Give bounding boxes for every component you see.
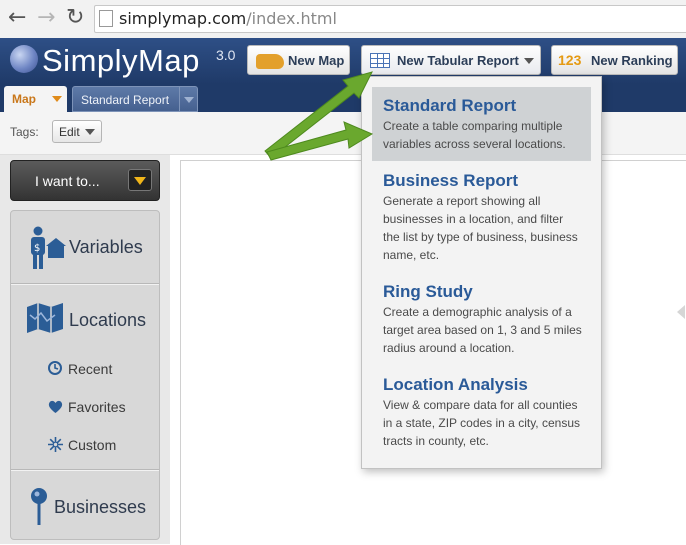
menu-item-title: Business Report: [383, 171, 519, 190]
browser-toolbar: ← → ↻ simplymap.com/index.html: [0, 0, 686, 39]
address-bar[interactable]: simplymap.com/index.html: [94, 5, 686, 33]
page-icon: [99, 10, 113, 27]
chevron-down-icon: [85, 129, 95, 135]
menu-item-location-analysis[interactable]: Location Analysis View & compare data fo…: [372, 367, 591, 457]
sidebar-item-custom[interactable]: Custom: [11, 430, 159, 460]
new-tabular-report-label: New Tabular Report: [397, 53, 519, 68]
menu-item-description: Create a demographic analysis of a targe…: [383, 305, 582, 355]
tabular-report-menu: Standard Report Create a table comparing…: [361, 76, 602, 469]
collapse-panel-arrow-icon[interactable]: [677, 305, 685, 319]
custom-label: Custom: [68, 437, 117, 453]
chevron-down-icon[interactable]: [52, 96, 62, 102]
ranking-123-icon: 123: [558, 52, 582, 68]
menu-item-description: Create a table comparing multiple variab…: [383, 119, 566, 151]
new-tabular-report-button[interactable]: New Tabular Report: [361, 45, 541, 75]
reload-icon[interactable]: ↻: [66, 6, 84, 30]
menu-item-description: Generate a report showing all businesses…: [383, 194, 578, 262]
sparkle-icon: [48, 437, 63, 452]
new-ranking-button[interactable]: 123 New Ranking: [551, 45, 678, 75]
menu-item-business-report[interactable]: Business Report Generate a report showin…: [372, 163, 591, 263]
recent-label: Recent: [68, 361, 113, 377]
url-host: simplymap.com: [119, 9, 247, 28]
tab-standard-report[interactable]: Standard Report: [72, 86, 198, 112]
forward-icon[interactable]: →: [37, 6, 55, 30]
i-want-to-label: I want to...: [35, 173, 100, 189]
sidebar-item-variables[interactable]: $ Variables: [11, 211, 159, 283]
url-text: simplymap.com/index.html: [119, 9, 337, 28]
svg-text:$: $: [34, 243, 40, 254]
chevron-down-icon[interactable]: [184, 97, 194, 103]
edit-tags-button[interactable]: Edit: [52, 120, 102, 143]
heart-icon: [48, 400, 63, 413]
table-grid-icon: [370, 53, 390, 68]
new-map-label: New Map: [288, 53, 345, 68]
dropdown-toggle[interactable]: [128, 169, 152, 191]
sidebar-item-businesses[interactable]: Businesses: [11, 471, 159, 539]
map-icon: [27, 303, 63, 333]
locations-label: Locations: [69, 310, 147, 330]
app-version: 3.0: [216, 47, 236, 63]
edit-tags-label: Edit: [59, 125, 80, 139]
tab-map-label: Map: [12, 92, 36, 106]
globe-logo-icon: [10, 45, 38, 73]
tab-map[interactable]: Map: [4, 86, 67, 112]
i-want-to-button[interactable]: I want to...: [10, 160, 160, 201]
url-path: /index.html: [246, 9, 337, 28]
tags-label: Tags:: [10, 125, 39, 139]
divider: [11, 469, 159, 470]
variables-label: Variables: [69, 237, 143, 257]
chevron-down-icon: [524, 58, 534, 64]
new-map-button[interactable]: New Map: [247, 45, 350, 75]
sidebar-panel: $ Variables Locations Recent Favorites C…: [10, 210, 160, 540]
tab-standard-report-label: Standard Report: [81, 93, 170, 107]
sidebar-item-favorites[interactable]: Favorites: [11, 392, 159, 422]
menu-item-title: Ring Study: [383, 282, 473, 301]
chevron-down-icon: [134, 177, 146, 185]
divider: [11, 283, 159, 284]
favorites-label: Favorites: [68, 399, 126, 415]
sidebar-item-locations[interactable]: Locations: [11, 285, 159, 349]
back-icon[interactable]: ←: [8, 6, 26, 30]
menu-item-ring-study[interactable]: Ring Study Create a demographic analysis…: [372, 275, 591, 361]
clock-icon: [48, 361, 62, 375]
menu-item-standard-report[interactable]: Standard Report Create a table comparing…: [372, 87, 591, 161]
tab-divider: [179, 87, 180, 111]
menu-item-description: View & compare data for all counties in …: [383, 398, 580, 448]
map-pin-icon: [31, 488, 47, 525]
app-logo: SimplyMap: [42, 43, 200, 78]
person-house-icon: $: [31, 226, 66, 269]
menu-item-title: Standard Report: [383, 96, 517, 115]
menu-item-title: Location Analysis: [383, 375, 528, 394]
new-ranking-label: New Ranking: [591, 53, 673, 68]
us-map-icon: [256, 54, 284, 69]
businesses-label: Businesses: [54, 497, 147, 517]
sidebar-item-recent[interactable]: Recent: [11, 354, 159, 384]
